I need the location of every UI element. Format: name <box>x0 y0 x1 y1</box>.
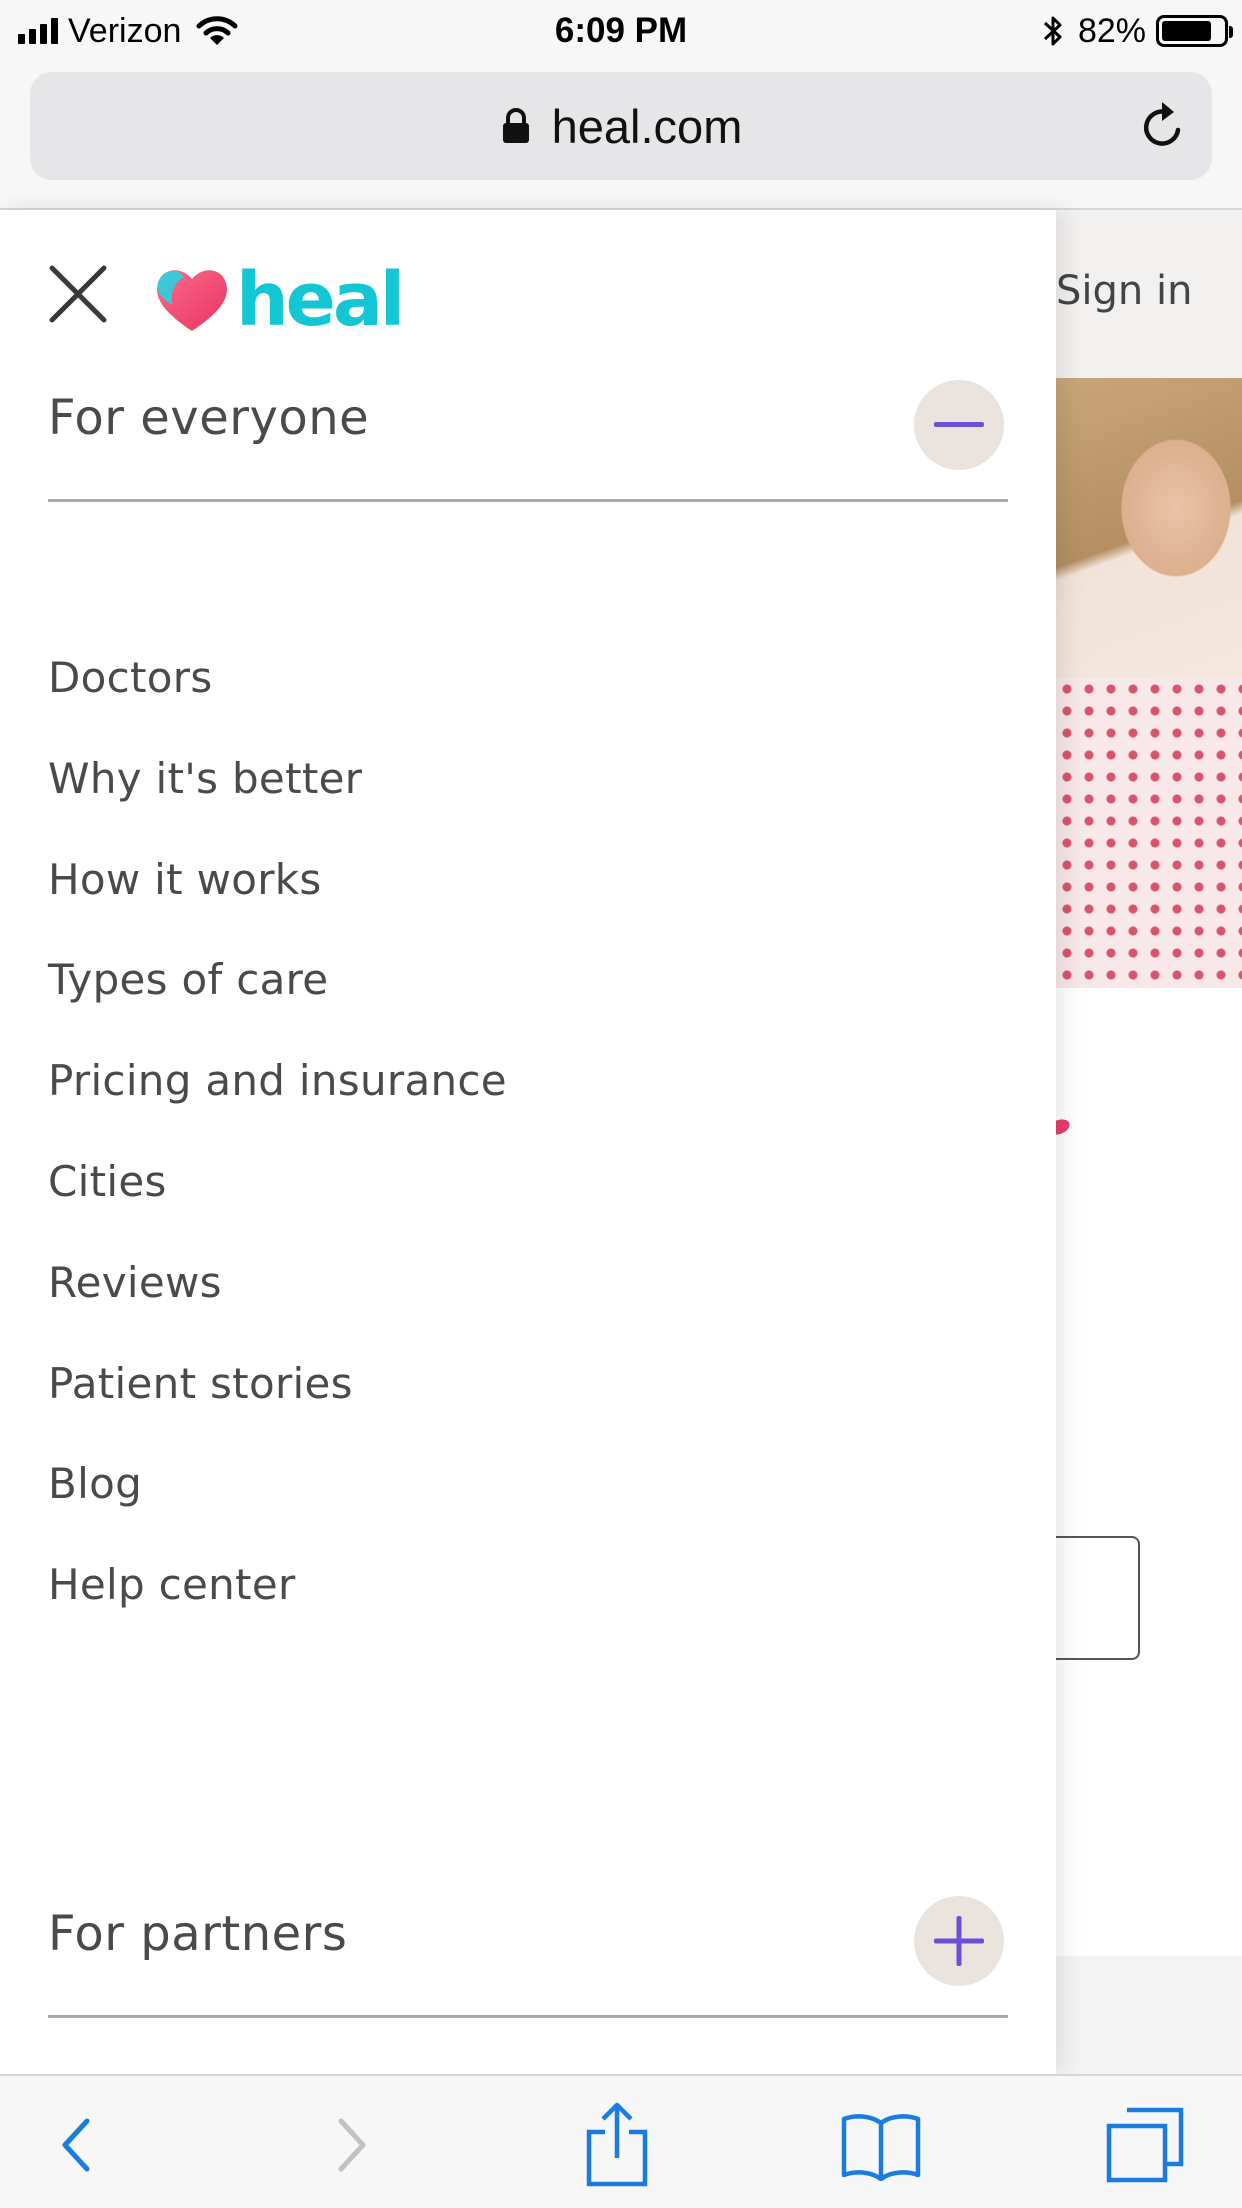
menu-item-help-center[interactable]: Help center <box>48 1535 507 1636</box>
lock-icon <box>500 107 532 145</box>
menu-item-doctors[interactable]: Doctors <box>48 628 507 729</box>
menu-item-how-it-works[interactable]: How it works <box>48 830 507 931</box>
section-divider <box>48 499 1008 502</box>
chevron-right-icon <box>338 2118 366 2172</box>
back-button[interactable] <box>32 2100 122 2190</box>
bluetooth-icon <box>1043 16 1062 46</box>
section-divider <box>48 2015 1008 2018</box>
heart-logo-icon <box>157 270 227 331</box>
chevron-left-icon <box>62 2118 90 2172</box>
forward-button[interactable] <box>306 2100 396 2190</box>
plus-icon <box>934 1916 984 1966</box>
menu-item-blog[interactable]: Blog <box>48 1434 507 1535</box>
battery-percent: 82% <box>1077 12 1146 50</box>
sign-in-link[interactable]: Sign in <box>1056 268 1192 314</box>
share-icon <box>586 2102 648 2187</box>
section-title: For everyone <box>48 390 370 446</box>
address-bar[interactable]: heal.com <box>30 72 1212 180</box>
reload-icon[interactable] <box>1138 100 1188 152</box>
heal-logo[interactable]: heal <box>154 257 405 343</box>
battery-fill <box>1162 21 1212 41</box>
status-bar: Verizon 6:09 PM 82% <box>0 0 1242 62</box>
page-header: Sign in <box>1056 210 1242 378</box>
menu-item-why-its-better[interactable]: Why it's better <box>48 729 507 830</box>
hero-image-pattern <box>1056 678 1242 988</box>
brand-name: heal <box>236 257 405 343</box>
tabs-button[interactable] <box>1100 2100 1190 2190</box>
browser-address-area: heal.com <box>0 62 1242 210</box>
menu-item-pricing-and-insurance[interactable]: Pricing and insurance <box>48 1031 507 1132</box>
hero-image <box>1056 378 1242 988</box>
side-menu: heal For everyone Doctors Why it's bette… <box>0 210 1056 2074</box>
battery-icon <box>1156 15 1233 47</box>
address-bar-content: heal.com <box>30 72 1212 180</box>
menu-item-cities[interactable]: Cities <box>48 1132 507 1233</box>
section-for-partners[interactable]: For partners <box>48 1868 1008 2018</box>
background-page: Sign in <box>1056 210 1242 2074</box>
expand-button[interactable] <box>914 1896 1004 1986</box>
collapse-button[interactable] <box>914 380 1004 470</box>
share-button[interactable] <box>572 2100 662 2190</box>
menu-item-patient-stories[interactable]: Patient stories <box>48 1334 507 1435</box>
status-right: 82% <box>1042 8 1233 54</box>
section-title: For partners <box>48 1906 348 1962</box>
book-icon <box>841 2114 921 2181</box>
menu-item-types-of-care[interactable]: Types of care <box>48 930 507 1031</box>
url-text: heal.com <box>551 99 743 153</box>
close-icon[interactable] <box>46 262 110 326</box>
minus-icon <box>934 422 984 427</box>
bookmarks-button[interactable] <box>836 2100 926 2190</box>
section-for-everyone[interactable]: For everyone <box>48 352 1008 502</box>
menu-item-reviews[interactable]: Reviews <box>48 1233 507 1334</box>
tabs-icon <box>1106 2107 1184 2183</box>
page-footer-strip <box>1056 1956 1242 2074</box>
browser-toolbar <box>0 2074 1242 2208</box>
menu-list: Doctors Why it's better How it works Typ… <box>48 628 507 1636</box>
